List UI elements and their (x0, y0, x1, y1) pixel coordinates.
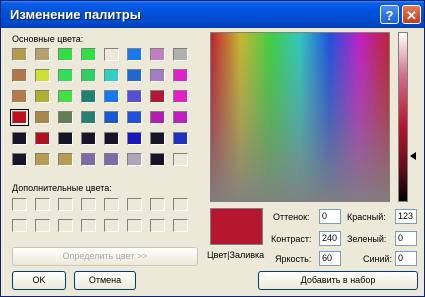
basic-color-swatch[interactable] (58, 69, 73, 82)
basic-color-swatch[interactable] (104, 111, 119, 124)
saturation-field[interactable]: 240 (319, 231, 341, 246)
basic-color-swatch[interactable] (127, 111, 142, 124)
basic-color-swatch[interactable] (173, 69, 188, 82)
custom-color-swatch[interactable] (58, 198, 73, 211)
red-label: Красный: (347, 212, 386, 222)
basic-color-swatch[interactable] (173, 132, 188, 145)
basic-color-swatch[interactable] (58, 153, 73, 166)
basic-color-swatch[interactable] (127, 69, 142, 82)
basic-color-swatch[interactable] (10, 109, 29, 126)
luminosity-label: Яркость: (275, 254, 312, 264)
custom-color-swatch[interactable] (104, 198, 119, 211)
custom-color-swatch[interactable] (81, 198, 96, 211)
color-preview (210, 208, 263, 245)
blue-field[interactable]: 0 (395, 251, 417, 266)
basic-color-swatch[interactable] (127, 153, 142, 166)
cancel-button[interactable]: Отмена (74, 271, 136, 290)
basic-color-swatch[interactable] (58, 132, 73, 145)
basic-color-swatch[interactable] (104, 48, 119, 61)
title-bar: Изменение палитры ? ✕ (1, 1, 424, 28)
custom-color-swatch[interactable] (58, 219, 73, 232)
custom-color-swatch[interactable] (12, 219, 27, 232)
close-button[interactable]: ✕ (402, 5, 421, 24)
custom-color-swatch[interactable] (150, 198, 165, 211)
basic-color-swatch[interactable] (12, 69, 27, 82)
luminosity-slider[interactable] (398, 32, 408, 202)
basic-color-swatch[interactable] (81, 132, 96, 145)
hue-field[interactable]: 0 (319, 209, 341, 224)
basic-color-swatch[interactable] (58, 48, 73, 61)
basic-color-swatch[interactable] (150, 132, 165, 145)
define-custom-colors-button[interactable]: Определить цвет >> (12, 247, 198, 266)
basic-color-swatch[interactable] (173, 48, 188, 61)
basic-color-swatch[interactable] (12, 90, 27, 103)
custom-color-swatch[interactable] (173, 219, 188, 232)
custom-color-swatch[interactable] (150, 219, 165, 232)
basic-color-swatch[interactable] (58, 111, 73, 124)
color-spectrum[interactable] (210, 32, 390, 202)
basic-color-swatch[interactable] (150, 48, 165, 61)
basic-color-swatch[interactable] (150, 90, 165, 103)
basic-color-swatch[interactable] (173, 111, 188, 124)
luminosity-field[interactable]: 60 (319, 251, 341, 266)
hue-label: Оттенок: (273, 212, 310, 222)
green-label: Зеленый: (347, 234, 387, 244)
luminosity-pointer-icon[interactable] (410, 152, 416, 160)
saturation-label: Контраст: (271, 234, 312, 244)
basic-color-swatch[interactable] (58, 90, 73, 103)
basic-colors-label: Основные цвета: (12, 34, 84, 44)
basic-color-swatch[interactable] (104, 153, 119, 166)
basic-color-swatch[interactable] (127, 90, 142, 103)
green-field[interactable]: 0 (395, 231, 417, 246)
basic-color-swatch[interactable] (127, 48, 142, 61)
basic-color-swatch[interactable] (81, 153, 96, 166)
custom-color-swatch[interactable] (12, 198, 27, 211)
custom-color-swatch[interactable] (35, 219, 50, 232)
add-to-custom-colors-button[interactable]: Добавить в набор (258, 271, 418, 290)
window-title: Изменение палитры (10, 7, 141, 22)
basic-color-swatch[interactable] (35, 153, 50, 166)
custom-color-swatch[interactable] (127, 219, 142, 232)
basic-color-swatch[interactable] (150, 153, 165, 166)
basic-color-swatch[interactable] (81, 69, 96, 82)
help-button[interactable]: ? (380, 5, 399, 24)
basic-color-swatch[interactable] (173, 90, 188, 103)
basic-color-swatch[interactable] (150, 69, 165, 82)
custom-color-swatch[interactable] (127, 198, 142, 211)
basic-color-swatch[interactable] (173, 153, 188, 166)
basic-color-swatch[interactable] (12, 48, 27, 61)
custom-color-swatch[interactable] (104, 219, 119, 232)
basic-color-swatch[interactable] (81, 48, 96, 61)
custom-color-swatch[interactable] (173, 198, 188, 211)
basic-color-swatch[interactable] (35, 48, 50, 61)
basic-color-swatch[interactable] (104, 90, 119, 103)
edit-colors-dialog: Изменение палитры ? ✕ Основные цвета: До… (0, 0, 425, 297)
basic-color-swatch[interactable] (35, 90, 50, 103)
blue-label: Синий: (363, 254, 393, 264)
basic-color-swatch[interactable] (35, 69, 50, 82)
color-solid-label: Цвет|Заливка (207, 250, 265, 260)
basic-color-swatch[interactable] (35, 111, 50, 124)
custom-color-swatch[interactable] (81, 219, 96, 232)
ok-button[interactable]: OK (12, 271, 66, 290)
basic-color-swatch[interactable] (104, 69, 119, 82)
basic-color-swatch[interactable] (81, 111, 96, 124)
custom-colors-label: Дополнительные цвета: (12, 183, 112, 193)
custom-color-swatch[interactable] (35, 198, 50, 211)
basic-color-swatch[interactable] (12, 153, 27, 166)
basic-color-swatch[interactable] (81, 90, 96, 103)
basic-color-swatch[interactable] (127, 132, 142, 145)
basic-color-swatch[interactable] (12, 132, 27, 145)
basic-color-swatch[interactable] (35, 132, 50, 145)
basic-color-swatch[interactable] (104, 132, 119, 145)
basic-color-swatch[interactable] (150, 111, 165, 124)
red-field[interactable]: 123 (395, 209, 417, 224)
